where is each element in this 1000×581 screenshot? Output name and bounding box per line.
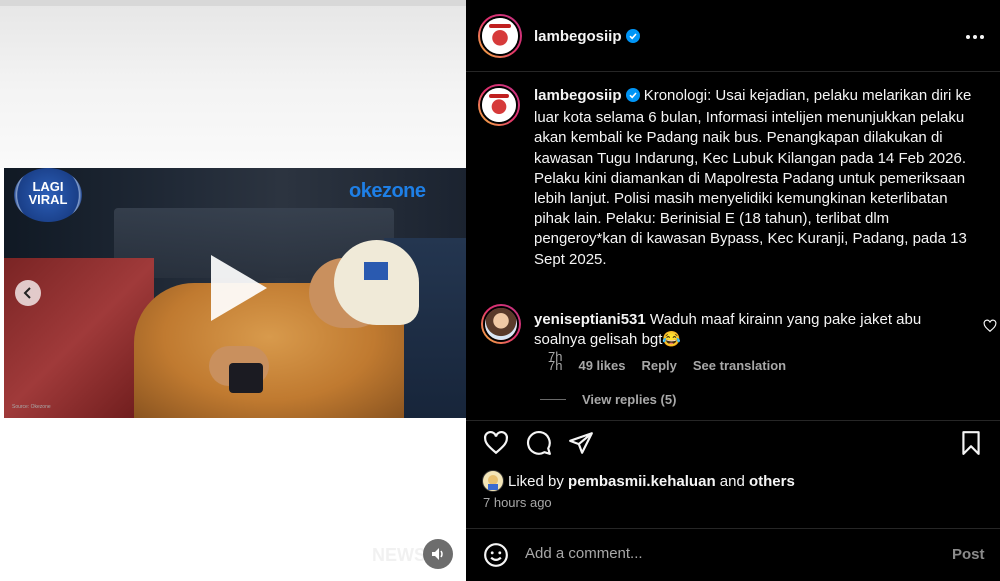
bookmark-icon[interactable] xyxy=(957,429,985,457)
media-top-strip xyxy=(0,0,466,6)
heart-icon[interactable] xyxy=(482,429,510,457)
send-icon[interactable] xyxy=(567,429,595,457)
post-details-panel: lambegosiip lambegosiip Kronologi: Usai … xyxy=(466,0,1000,581)
more-horizontal-icon[interactable] xyxy=(960,22,990,52)
reply-button[interactable]: Reply xyxy=(641,358,676,373)
caption-text: Kronologi: Usai kejadian, pelaku melarik… xyxy=(534,87,972,268)
liked-by-others[interactable]: others xyxy=(749,473,795,490)
lambegosiip-logo xyxy=(482,18,518,54)
avatar[interactable] xyxy=(481,304,521,344)
verified-badge-icon xyxy=(625,29,640,48)
comment-timestamp: 7h xyxy=(548,358,563,373)
emoji-icon[interactable] xyxy=(483,542,509,568)
post-comment-button[interactable]: Post xyxy=(952,546,985,563)
bottom-watermark: NEWS xyxy=(372,545,426,565)
add-comment-bar: Post xyxy=(466,528,1000,581)
video-person-cap xyxy=(334,240,419,325)
liked-by-user[interactable]: pembasmii.kehaluan xyxy=(568,473,716,490)
action-bar xyxy=(466,420,1000,462)
liked-by-connector: and xyxy=(719,472,745,490)
play-icon[interactable] xyxy=(201,253,271,323)
add-comment-input[interactable] xyxy=(525,545,925,562)
caption-username[interactable]: lambegosiip xyxy=(534,87,622,104)
comment-icon[interactable] xyxy=(525,429,553,457)
view-replies-label: View replies (5) xyxy=(582,392,677,407)
lagi-viral-logo: LAGI VIRAL xyxy=(14,168,82,222)
post-timestamp[interactable]: 7 hours ago xyxy=(483,495,552,510)
speaker-icon[interactable] xyxy=(423,539,453,569)
post-header: lambegosiip xyxy=(466,0,1000,72)
liked-by-prefix: Liked by xyxy=(508,472,564,490)
avatar[interactable] xyxy=(478,84,520,126)
source-credit: Source: Okezone xyxy=(12,404,51,410)
see-translation-button[interactable]: See translation xyxy=(693,358,786,373)
view-replies-button[interactable]: View replies (5) xyxy=(540,392,676,407)
avatar[interactable] xyxy=(482,470,504,492)
verified-badge-icon xyxy=(625,88,640,108)
comment-likes[interactable]: 49 likes xyxy=(578,358,625,373)
chevron-left-icon[interactable] xyxy=(15,280,41,306)
heart-icon[interactable] xyxy=(983,319,997,333)
header-username[interactable]: lambegosiip xyxy=(534,28,622,45)
avatar[interactable] xyxy=(478,14,522,58)
okezone-watermark: okezone xyxy=(349,180,426,202)
liked-by: Liked by pembasmii.kehaluan and others xyxy=(482,470,795,492)
comment-username[interactable]: yeniseptiani531 xyxy=(534,311,646,328)
media-top-blur xyxy=(0,0,466,168)
video-player[interactable]: LAGI VIRAL okezone Source: Okezone xyxy=(4,168,466,418)
post-media[interactable]: LAGI VIRAL okezone Source: Okezone NEWS xyxy=(0,0,466,581)
